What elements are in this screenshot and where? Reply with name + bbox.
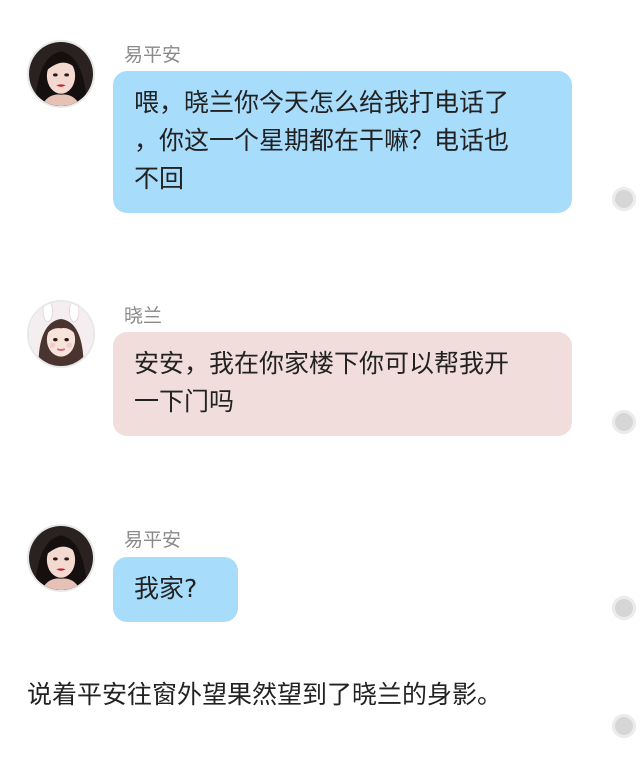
- message-bubble[interactable]: 安安，我在你家楼下你可以帮我开 一下门吗: [113, 332, 572, 436]
- status-dot-icon[interactable]: [612, 714, 636, 738]
- sender-name: 易平安: [124, 44, 182, 66]
- avatar-yi-pingan[interactable]: [27, 40, 95, 108]
- message-bubble[interactable]: 我家?: [113, 557, 238, 622]
- girl-bunny-ears-avatar-icon: [29, 302, 93, 366]
- avatar-xiaolan[interactable]: [27, 300, 95, 368]
- avatar-yi-pingan[interactable]: [27, 524, 95, 592]
- girl-red-lips-avatar-icon: [29, 42, 93, 106]
- message-bubble[interactable]: 喂，晓兰你今天怎么给我打电话了 ，你这一个星期都在干嘛？电话也 不回: [113, 71, 572, 213]
- status-dot-icon[interactable]: [612, 596, 636, 620]
- status-dot-icon[interactable]: [612, 410, 636, 434]
- sender-name: 晓兰: [124, 305, 163, 327]
- narration-text: 说着平安往窗外望果然望到了晓兰的身影。: [27, 680, 503, 709]
- status-dot-icon[interactable]: [612, 187, 636, 211]
- girl-red-lips-avatar-icon: [29, 526, 93, 590]
- sender-name: 易平安: [124, 529, 182, 551]
